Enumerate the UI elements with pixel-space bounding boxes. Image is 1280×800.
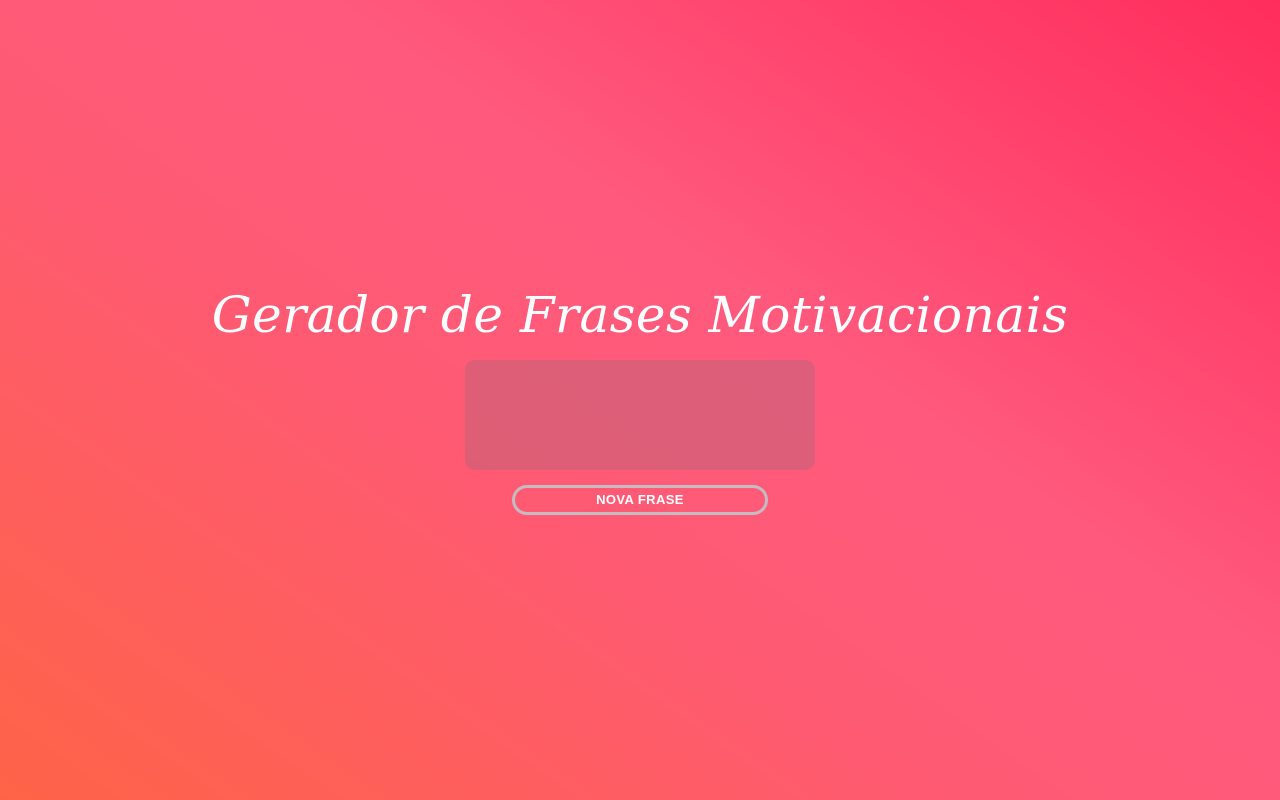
page-title: Gerador de Frases Motivacionais bbox=[211, 286, 1069, 344]
quote-box bbox=[465, 360, 815, 470]
app-container: Gerador de Frases Motivacionais NOVA FRA… bbox=[0, 0, 1280, 800]
new-quote-button[interactable]: NOVA FRASE bbox=[512, 485, 768, 515]
